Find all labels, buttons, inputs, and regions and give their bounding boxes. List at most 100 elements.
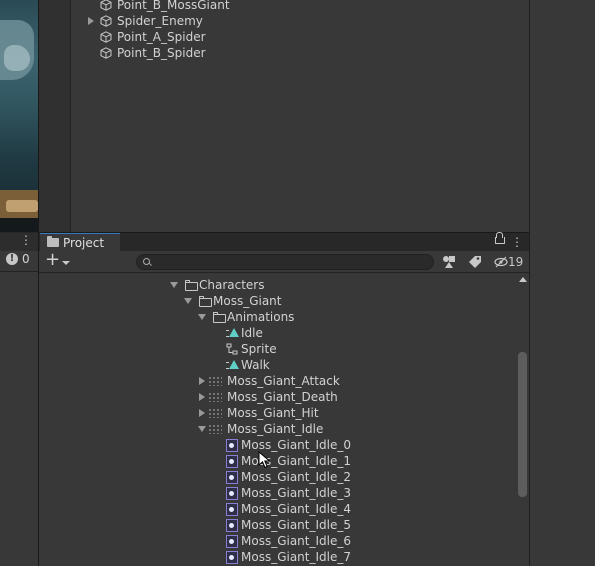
- lock-icon[interactable]: [495, 232, 505, 244]
- tree-item-label: Moss_Giant_Idle_6: [241, 534, 352, 548]
- expand-arrow-icon[interactable]: [199, 377, 205, 385]
- tree-item-label: Animations: [227, 310, 295, 324]
- collapse-arrow-icon[interactable]: [198, 314, 206, 320]
- tree-item[interactable]: Moss_Giant_Idle_4: [212, 501, 516, 517]
- scroll-up-icon[interactable]: [519, 277, 527, 282]
- hierarchy-gutter: [39, 0, 71, 232]
- scene-shadow: [0, 218, 38, 232]
- gameobject-cube-icon: [100, 0, 112, 11]
- tab-project-label: Project: [63, 236, 105, 250]
- tree-item[interactable]: Moss_Giant_Death: [198, 389, 516, 405]
- tree-item-label: Characters: [199, 278, 265, 292]
- animator-controller-icon: [226, 343, 238, 355]
- collapse-arrow-icon[interactable]: [184, 298, 192, 304]
- triangle-icon: [229, 328, 239, 337]
- tree-item[interactable]: Sprite: [212, 341, 516, 357]
- scene-rock-highlight: [4, 45, 30, 71]
- folder-open-icon: [213, 312, 226, 323]
- tree-item[interactable]: Moss_Giant_Idle_6: [212, 533, 516, 549]
- plus-icon: +: [45, 249, 61, 270]
- tree-item-label: Idle: [241, 326, 263, 340]
- sprite-frame-icon: [226, 471, 238, 484]
- sprite-frame-icon: [226, 503, 238, 516]
- tree-item-label: Moss_Giant_Idle_4: [241, 502, 352, 516]
- expand-arrow-icon[interactable]: [199, 409, 205, 417]
- folder-open-icon: [185, 280, 198, 291]
- expand-arrow-icon[interactable]: [199, 393, 205, 401]
- gameobject-cube-icon: [100, 47, 112, 59]
- eye-slash-icon: [494, 256, 508, 268]
- tree-item[interactable]: Moss_Giant_Idle_3: [212, 485, 516, 501]
- tree-item-label: Moss_Giant_Idle_5: [241, 518, 352, 532]
- tree-item[interactable]: Moss_Giant_Attack: [198, 373, 516, 389]
- tree-item[interactable]: Moss_Giant_Hit: [198, 405, 516, 421]
- tree-item-label: Moss_Giant: [213, 294, 282, 308]
- type-filter-icon[interactable]: [442, 255, 456, 269]
- sprite-frame-icon: [226, 455, 238, 468]
- sprite-sheet-icon: [208, 424, 222, 434]
- sprite-sheet-icon: [208, 392, 222, 402]
- folder-icon: [47, 236, 59, 247]
- tree-item[interactable]: Moss_Giant_Idle_2: [212, 469, 516, 485]
- hierarchy-item[interactable]: Point_B_Spider: [88, 45, 388, 61]
- tree-item-label: Moss_Giant_Attack: [227, 374, 340, 388]
- info-count: 0: [22, 252, 30, 266]
- kebab-menu-icon[interactable]: ⋮: [20, 233, 32, 249]
- collapse-arrow-icon[interactable]: [198, 426, 206, 432]
- collapse-arrow-icon[interactable]: [170, 282, 178, 288]
- info-icon[interactable]: !: [6, 253, 18, 265]
- gameobject-cube-icon: [100, 31, 112, 43]
- search-input[interactable]: [136, 254, 434, 270]
- tree-item-label: Walk: [241, 358, 270, 372]
- sprite-frame-icon: [226, 551, 238, 564]
- tree-item-label: Moss_Giant_Idle: [227, 422, 324, 436]
- sprite-sheet-icon: [208, 376, 222, 386]
- hierarchy-item-label: Point_B_Spider: [117, 46, 206, 60]
- tree-item-label: Moss_Giant_Idle_2: [241, 470, 352, 484]
- inspector-edge: [529, 0, 595, 566]
- mouse-cursor-icon: [258, 451, 271, 469]
- triangle-icon: [229, 360, 239, 369]
- scrollbar-thumb[interactable]: [518, 352, 527, 497]
- sprite-sheet-icon: [208, 408, 222, 418]
- sprite-frame-icon: [226, 519, 238, 532]
- animation-clip-icon: [226, 328, 240, 338]
- sprite-frame-icon: [226, 487, 238, 500]
- tree-item[interactable]: Characters: [170, 277, 516, 293]
- hierarchy-item-label: Spider_Enemy: [117, 14, 203, 28]
- hidden-packages-toggle[interactable]: 19: [494, 254, 523, 270]
- hierarchy-item[interactable]: Spider_Enemy: [88, 13, 388, 29]
- label-filter-icon[interactable]: [468, 255, 482, 269]
- hidden-count: 19: [508, 255, 524, 269]
- hierarchy-item-label: Point_A_Spider: [117, 30, 206, 44]
- folder-open-icon: [199, 296, 212, 307]
- kebab-menu-icon[interactable]: ⋮: [511, 235, 523, 249]
- chevron-down-icon: [62, 261, 70, 265]
- sprite-frame-icon: [226, 439, 238, 452]
- tree-item-label: Moss_Giant_Death: [227, 390, 338, 404]
- scene-plank-top: [6, 200, 38, 212]
- tree-item-label: Moss_Giant_Idle_3: [241, 486, 352, 500]
- create-asset-button[interactable]: +: [44, 249, 72, 271]
- expand-arrow-icon[interactable]: [88, 17, 94, 25]
- tree-item[interactable]: Moss_Giant_Idle_7: [212, 549, 516, 565]
- tree-item[interactable]: Moss_Giant_Idle: [198, 421, 516, 437]
- tree-item[interactable]: Idle: [212, 325, 516, 341]
- search-icon: [143, 258, 150, 265]
- tree-item-label: Sprite: [241, 342, 277, 356]
- tree-item[interactable]: Moss_Giant_Idle_5: [212, 517, 516, 533]
- tree-item-label: Moss_Giant_Idle_7: [241, 550, 352, 564]
- hierarchy-item-label: Point_B_MossGiant: [117, 0, 230, 12]
- console-tabbar: [0, 233, 38, 251]
- gameobject-cube-icon: [100, 15, 112, 27]
- hierarchy-item[interactable]: Point_B_MossGiant: [88, 0, 388, 13]
- tree-item[interactable]: Moss_Giant: [184, 293, 516, 309]
- tree-item[interactable]: Walk: [212, 357, 516, 373]
- console-panel: [0, 233, 38, 566]
- tree-item[interactable]: Animations: [198, 309, 516, 325]
- sprite-frame-icon: [226, 535, 238, 548]
- hierarchy-item[interactable]: Point_A_Spider: [88, 29, 388, 45]
- animation-clip-icon: [226, 360, 240, 370]
- tree-item-label: Moss_Giant_Hit: [227, 406, 319, 420]
- scene-view-strip[interactable]: [0, 0, 38, 232]
